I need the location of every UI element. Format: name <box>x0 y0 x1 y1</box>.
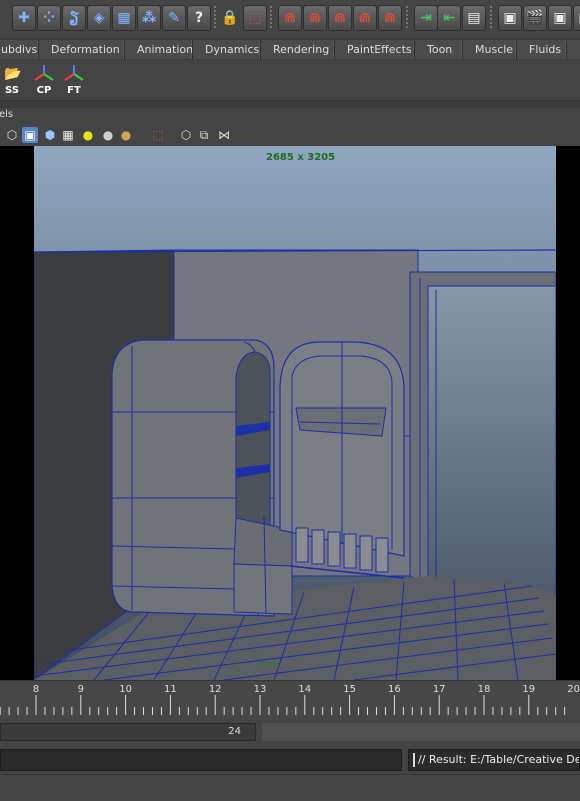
perspective-viewport[interactable] <box>0 146 580 680</box>
history-icon[interactable]: ▤ <box>462 5 486 31</box>
tab-muscle[interactable]: Muscle <box>462 40 516 59</box>
timeline-tick-label: 20 <box>567 684 580 695</box>
range-end-value[interactable]: 24 <box>228 726 241 737</box>
clapboard-icon[interactable]: 🎬 <box>523 5 547 31</box>
shelf-divider <box>0 101 580 108</box>
timeline-tick-label: 14 <box>298 684 312 695</box>
xray-icon[interactable]: ⬡ <box>178 127 194 143</box>
xray-components-icon[interactable]: ⋈ <box>216 127 232 143</box>
shelf-button-cp[interactable]: CP <box>30 64 58 96</box>
shelf-button-ft[interactable]: FT <box>60 64 88 96</box>
panel-menu-bar: els <box>0 108 580 124</box>
tab-deformation[interactable]: Deformation <box>38 40 124 59</box>
panels-menu[interactable]: els <box>0 109 13 120</box>
shelf-button-label: SS <box>5 85 19 96</box>
status-toolbar: ✚ ⁘ ຽ ◈ ▦ ⁂ ✎ ? 🔒 ⬚ ⋒ ⋒ ⋒ ⋒ ⋒ ⇥ ⇤ ▤ ▣ 🎬 … <box>0 0 580 39</box>
lattice-icon[interactable]: ▦ <box>112 5 136 31</box>
command-result-text: // Result: E:/Table/Creative Develop <box>418 753 579 766</box>
scale-icon[interactable]: ⁘ <box>37 5 61 31</box>
shaded-cube-icon[interactable]: ▣ <box>22 127 38 143</box>
render-settings-icon[interactable]: ▤ <box>573 5 580 31</box>
shadows-icon[interactable]: ● <box>118 127 134 143</box>
magnet-plane-icon[interactable]: ⋒ <box>353 5 377 31</box>
viewport-toolbar: ⬡ ▣ ⬢ ▦ ● ● ● ⬚ ⬡ ⧉ ⋈ <box>0 124 580 147</box>
magnet-point-icon[interactable]: ⋒ <box>328 5 352 31</box>
shelf-button-label: FT <box>67 85 81 96</box>
input-ops-icon[interactable]: ⇥ <box>414 5 438 31</box>
tab-overflow[interactable] <box>566 40 580 59</box>
resolution-gate-label: 2685 x 3205 <box>266 152 336 163</box>
command-line: // Result: E:/Table/Creative Develop <box>0 746 580 774</box>
shelf-button-ss[interactable]: 📂 SS <box>0 64 26 96</box>
folder-icon: 📂 <box>4 66 22 82</box>
toolbar-separator <box>490 6 492 30</box>
range-slider: 24 <box>0 720 580 746</box>
select-icon[interactable]: ⬚ <box>243 5 267 31</box>
shelf: 📂 SS CP FT <box>0 60 580 101</box>
fridge-door-model[interactable] <box>279 341 405 579</box>
tab-toon[interactable]: Toon <box>414 40 462 59</box>
range-slider-track[interactable] <box>262 723 580 741</box>
shelf-button-label: CP <box>36 85 52 96</box>
tab-animation[interactable]: Animation <box>124 40 193 59</box>
shelf-tabs: ubdivs Deformation Animation Dynamics Re… <box>0 38 580 61</box>
curve-icon[interactable]: ຽ <box>62 5 86 31</box>
help-icon[interactable]: ? <box>187 5 211 31</box>
viewport-border-right <box>556 146 580 680</box>
timeline-tick-label: 11 <box>164 684 177 695</box>
default-light-icon[interactable]: ● <box>80 127 96 143</box>
render-icon[interactable]: ▣ <box>498 5 522 31</box>
time-slider[interactable]: 8 9 10 11 12 13 14 15 16 17 18 19 20 <box>0 680 580 721</box>
magnet-live-icon[interactable]: ⋒ <box>378 5 402 31</box>
timeline-tick-label: 13 <box>253 684 267 695</box>
axis-icon <box>34 65 54 81</box>
toolbar-separator <box>270 6 272 30</box>
magnet-curve-icon[interactable]: ⋒ <box>303 5 327 31</box>
timeline-tick-label: 8 <box>32 684 40 695</box>
tab-dynamics[interactable]: Dynamics <box>192 40 260 59</box>
timeline-tick-label: 15 <box>343 684 356 695</box>
output-ops-icon[interactable]: ⇤ <box>437 5 461 31</box>
magnet-grid-icon[interactable]: ⋒ <box>278 5 302 31</box>
toolbar-separator <box>214 6 216 30</box>
timeline-tick-label: 16 <box>388 684 401 695</box>
timeline-tick-label: 10 <box>119 684 132 695</box>
tab-subdivs[interactable]: ubdivs <box>0 40 38 59</box>
scene-render[interactable] <box>34 146 556 680</box>
command-result-field: // Result: E:/Table/Creative Develop <box>408 749 580 771</box>
lock-icon[interactable]: 🔒 <box>218 5 242 31</box>
timeline-tick-label: 17 <box>432 684 446 695</box>
tab-rendering[interactable]: Rendering <box>260 40 334 59</box>
fridge-model[interactable] <box>111 339 293 617</box>
wireframe-on-shaded-icon[interactable]: ⬢ <box>42 127 58 143</box>
timeline-tick-label: 9 <box>77 684 84 695</box>
timeline-tick-label: 19 <box>522 684 536 695</box>
move-icon[interactable]: ✚ <box>12 5 36 31</box>
wireframe-cube-icon[interactable]: ⬡ <box>4 127 20 143</box>
isolate-select-icon[interactable]: ⬚ <box>150 127 166 143</box>
range-slider-bar[interactable]: 24 <box>0 723 256 741</box>
axis-icon <box>64 65 84 81</box>
surface-icon[interactable]: ◈ <box>87 5 111 31</box>
camera-name-label: persp <box>258 660 278 668</box>
poly-icon[interactable]: ⁂ <box>137 5 161 31</box>
ipr-icon[interactable]: ▣ <box>548 5 572 31</box>
texture-icon[interactable]: ▦ <box>60 127 76 143</box>
all-lights-icon[interactable]: ● <box>100 127 116 143</box>
timeline-tick-label: 18 <box>477 684 491 695</box>
tab-painteffects[interactable]: PaintEffects <box>334 40 414 59</box>
result-cursor-icon <box>413 753 415 767</box>
time-ruler[interactable] <box>0 681 580 721</box>
xray-joints-icon[interactable]: ⧉ <box>196 127 212 143</box>
tab-fluids[interactable]: Fluids <box>516 40 566 59</box>
help-line <box>0 774 580 801</box>
toolbar-separator <box>406 6 408 30</box>
command-input[interactable] <box>0 749 402 771</box>
brush-icon[interactable]: ✎ <box>162 5 186 31</box>
timeline-tick-label: 12 <box>208 684 222 695</box>
